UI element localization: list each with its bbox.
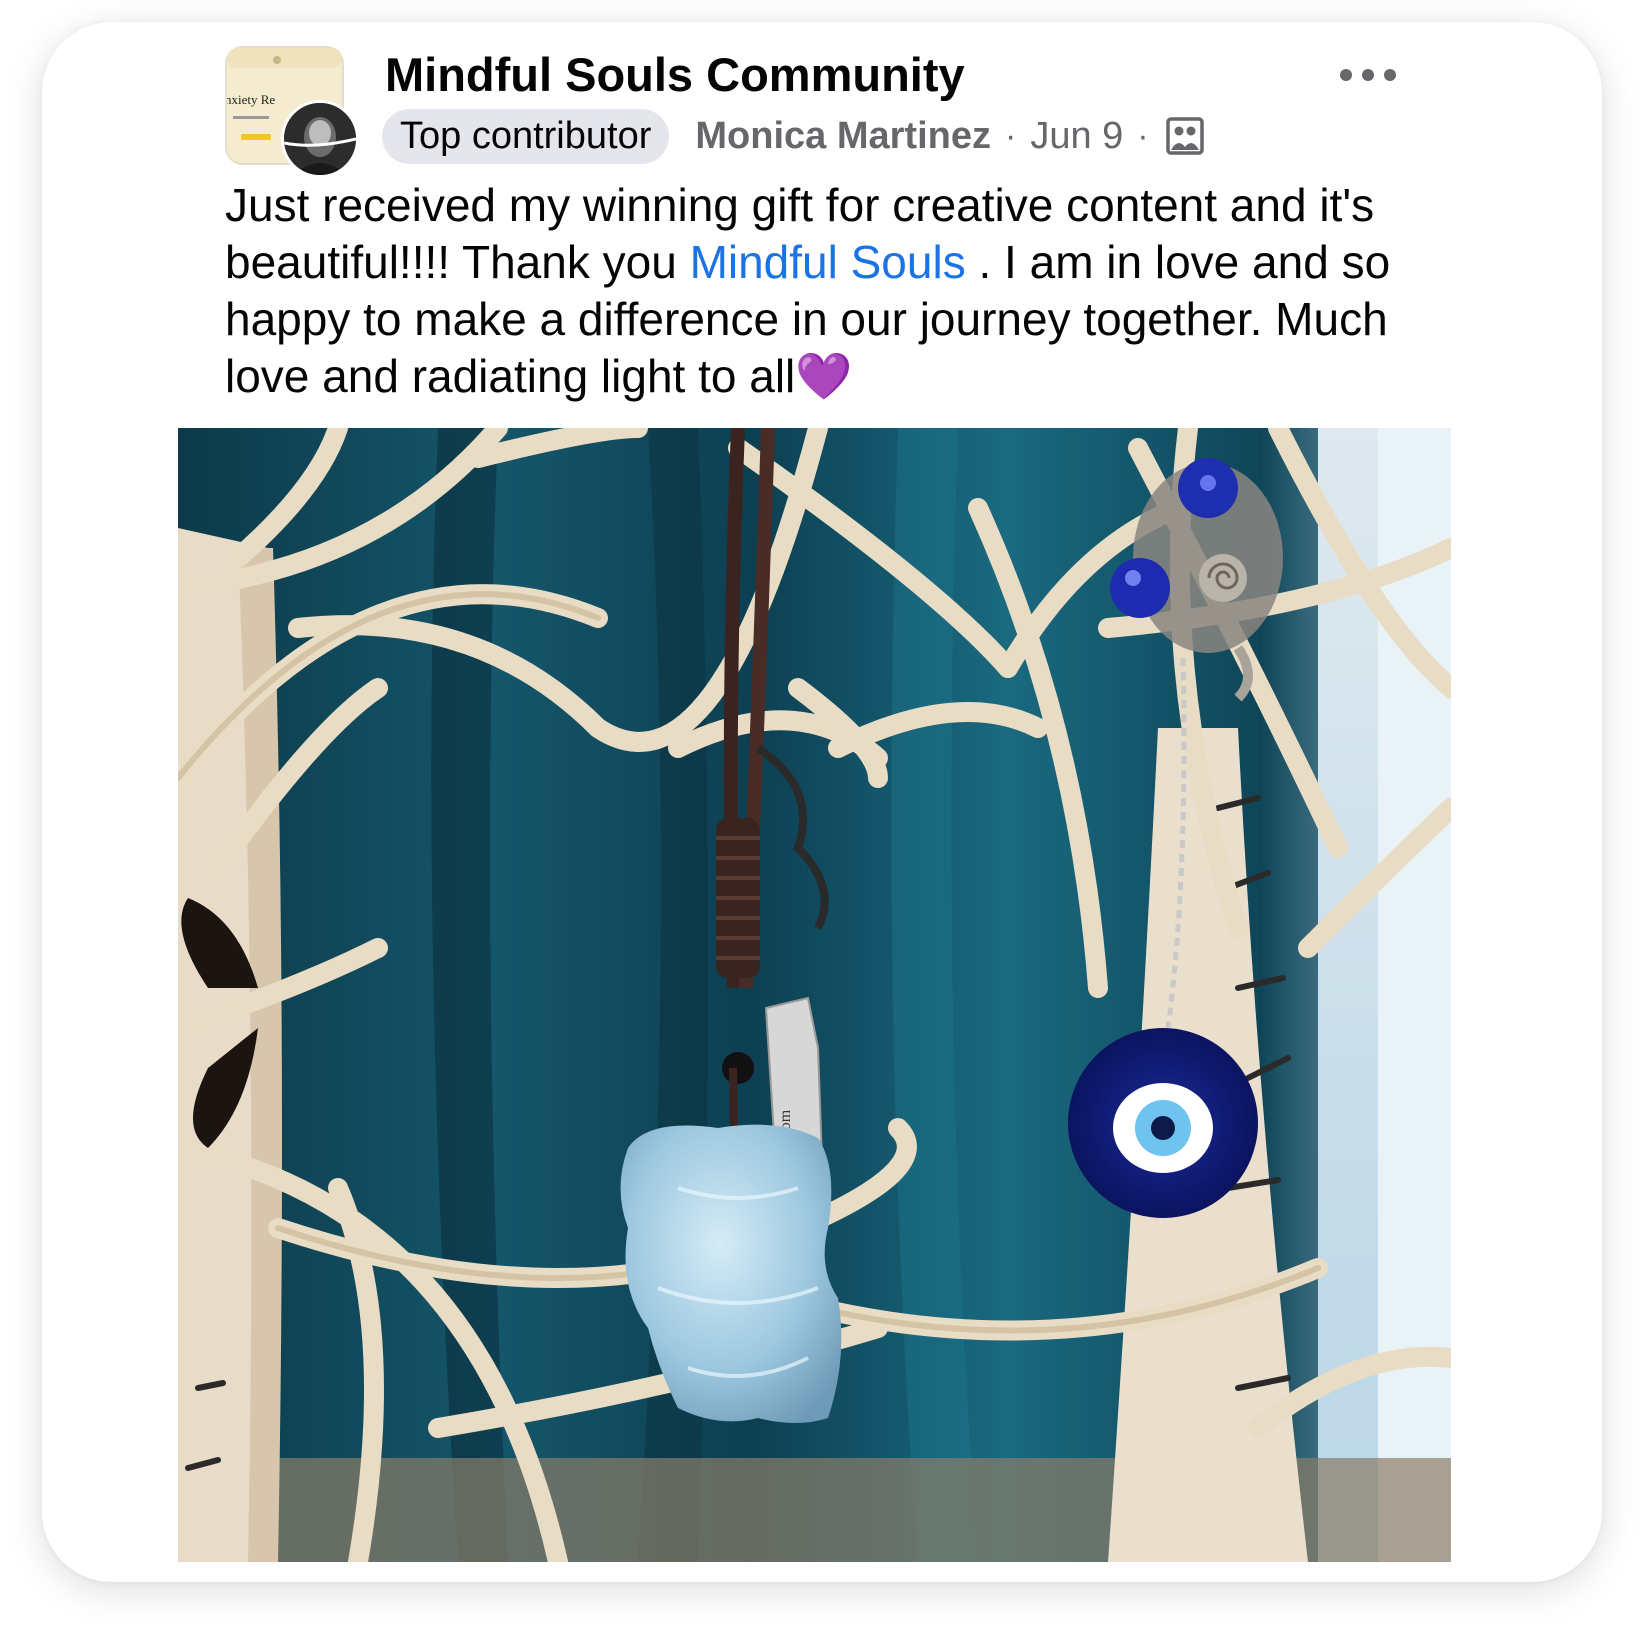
pendant-photo: ouls.com — [178, 428, 1451, 1562]
avatar-text: nxiety Re — [227, 92, 275, 107]
author-name[interactable]: Monica Martinez — [695, 115, 991, 158]
purple-heart-emoji: 💜 — [795, 350, 853, 402]
post-date[interactable]: Jun 9 — [1030, 115, 1123, 158]
group-avatar[interactable]: nxiety Re — [225, 46, 359, 178]
post-card: nxiety Re Mindful Souls Community Top co… — [42, 22, 1602, 1582]
more-options-icon[interactable] — [1337, 62, 1399, 88]
post-photo[interactable]: ouls.com — [178, 428, 1451, 1562]
post-text: Just received my winning gift for creati… — [225, 177, 1425, 405]
post-meta: Top contributor Monica Martinez · Jun 9 … — [382, 108, 1205, 164]
avatar-person-photo — [281, 100, 359, 178]
meta-separator: · — [1137, 116, 1149, 155]
group-audience-icon[interactable] — [1165, 116, 1205, 156]
mention-link[interactable]: Mindful Souls — [690, 236, 966, 288]
group-name[interactable]: Mindful Souls Community — [385, 47, 965, 102]
top-contributor-badge[interactable]: Top contributor — [382, 108, 670, 164]
meta-separator: · — [1004, 116, 1017, 155]
